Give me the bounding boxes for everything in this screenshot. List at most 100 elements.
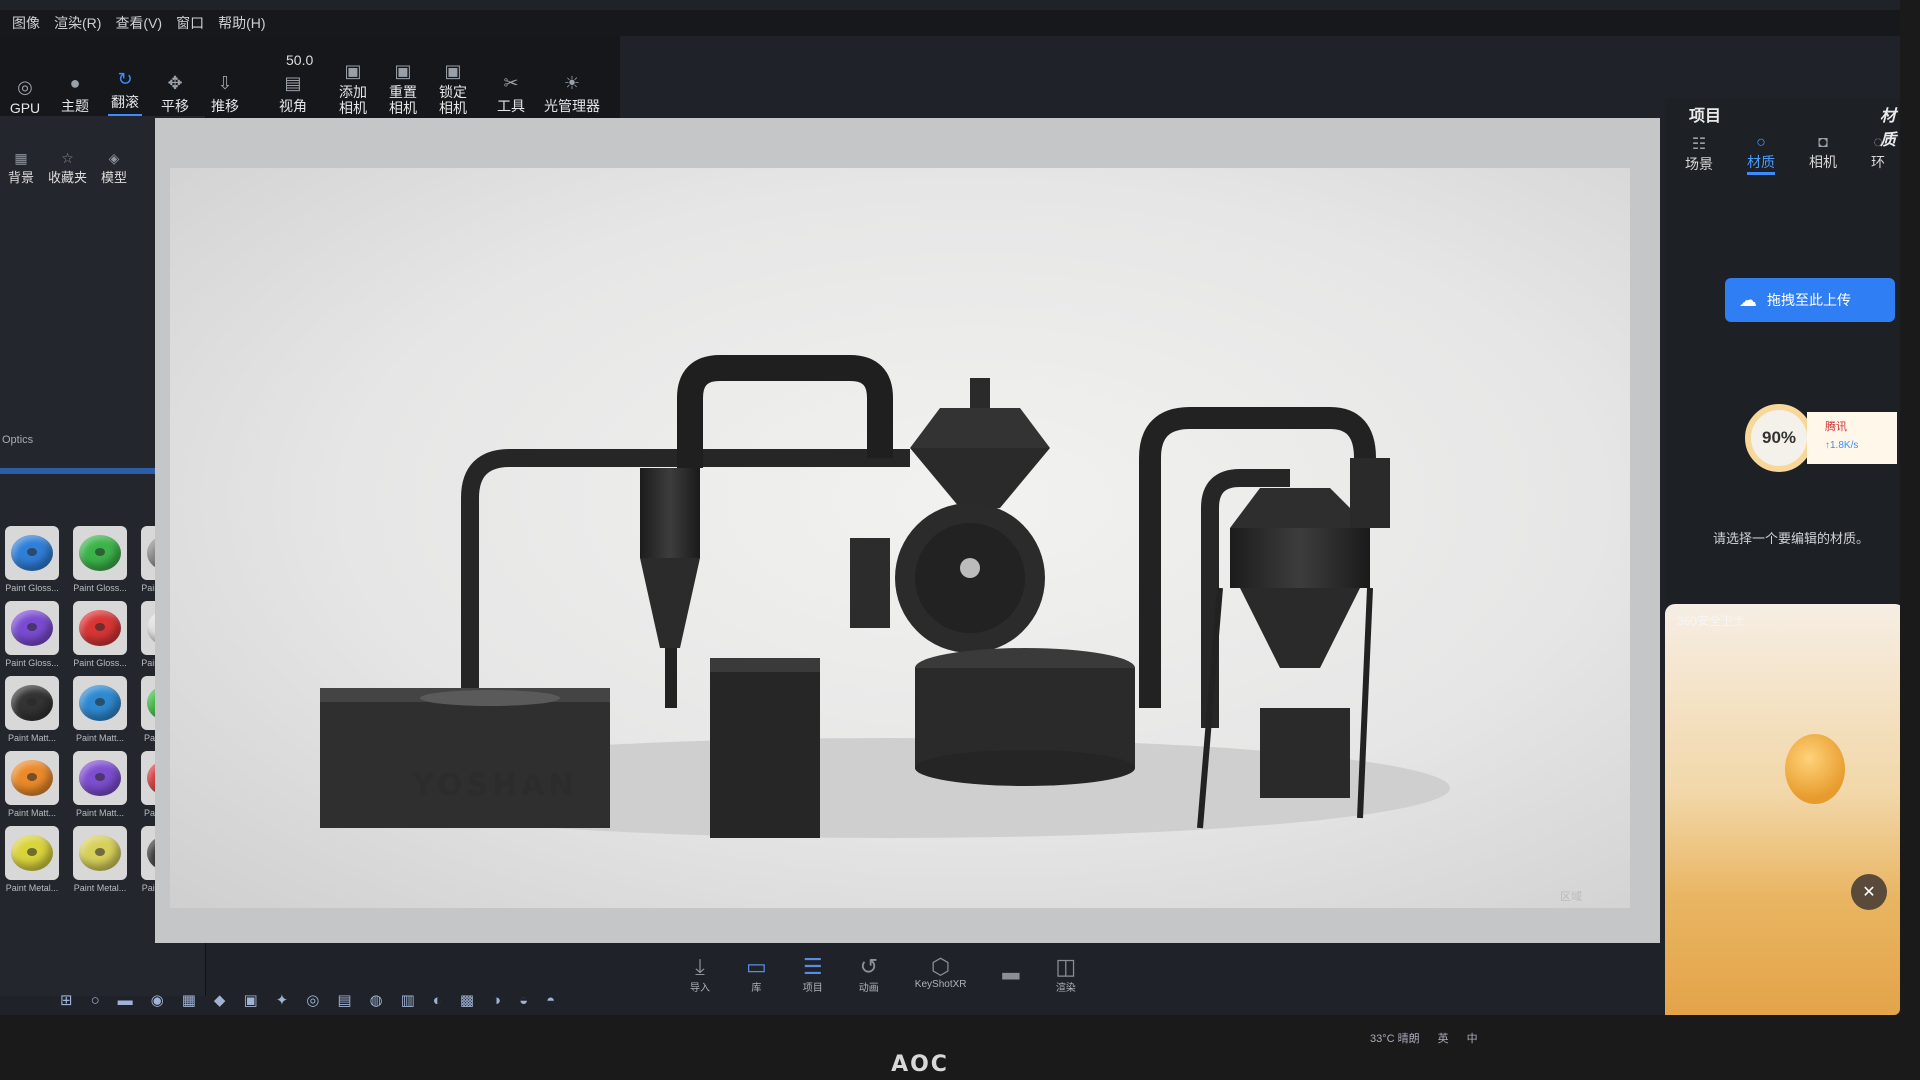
material-swatch[interactable]: Paint Matt...: [0, 751, 64, 818]
tab-background-label: 背景: [8, 170, 35, 185]
tab-model-label: 模型: [101, 170, 128, 185]
taskbar-app-icon[interactable]: ◆: [214, 991, 226, 1009]
library-icon: ▭: [746, 954, 767, 979]
material-swatch[interactable]: Paint Matt...: [68, 676, 132, 743]
import-icon: ⤓: [695, 954, 705, 979]
reset-camera-button[interactable]: ▣ 重置 相机: [386, 62, 420, 116]
swatch-label: Paint Metal...: [5, 883, 59, 893]
keyshotxr-icon: ⬡: [931, 954, 951, 979]
tab-camera-label: 相机: [1809, 154, 1837, 170]
project-panel: 项目 材质 ☷ 场景 ○ 材质 ◘ 相机 ◌ 环 ☁ 拖拽至此上传 90% 腾讯 ↑1.…: [1665, 98, 1900, 1015]
taskbar-app-icon[interactable]: ⊞: [60, 991, 73, 1009]
main-toolbar: ◎ GPU ● 主题 ↻ 翻滚 ✥ 平移 ⇩ 推移 ▤ 视角 ▣ 添加 相机 ▣: [0, 36, 620, 124]
swatch-label: Paint Gloss...: [73, 658, 127, 668]
taskbar-app-icon[interactable]: ▬: [118, 992, 133, 1009]
environment-icon: ◌: [1873, 134, 1883, 151]
reset-camera-icon: ▣: [394, 61, 412, 81]
tab-model[interactable]: ◈ 模型: [101, 150, 127, 186]
material-swatch[interactable]: Paint Gloss...: [68, 601, 132, 668]
render-queue-icon: ▂: [1002, 954, 1020, 979]
taskbar-app-icon[interactable]: ◑: [492, 992, 501, 1009]
render-canvas[interactable]: YOSHAN: [170, 168, 1630, 908]
swatch-disc: [11, 835, 53, 871]
lock-camera-icon: ▣: [444, 61, 462, 81]
material-swatch[interactable]: Paint Gloss...: [0, 601, 64, 668]
favorites-icon: ☆: [61, 150, 74, 166]
tab-camera[interactable]: ◘ 相机: [1809, 134, 1837, 175]
tab-scene[interactable]: ☷ 场景: [1685, 134, 1713, 175]
render-viewport[interactable]: YOSHAN: [155, 118, 1660, 943]
upload-drop-button[interactable]: ☁ 拖拽至此上传: [1725, 278, 1895, 322]
tab-material[interactable]: ○ 材质: [1747, 134, 1775, 175]
network-speed-widget[interactable]: 90% 腾讯 ↑1.8K/s: [1745, 403, 1900, 473]
taskbar-app-icon[interactable]: ◎: [306, 991, 319, 1009]
taskbar-app-icon[interactable]: ▦: [182, 991, 196, 1009]
tab-material-label: 材质: [1747, 154, 1775, 170]
taskbar-app-icon[interactable]: ▩: [460, 991, 474, 1009]
dolly-label: 推移: [211, 98, 239, 114]
material-icon: ○: [1756, 134, 1766, 151]
project-panel-title: 项目: [1689, 108, 1722, 125]
swatch-disc: [79, 835, 121, 871]
tab-scene-label: 场景: [1685, 156, 1713, 172]
tools-button[interactable]: ✂ 工具: [494, 74, 528, 116]
theme-button[interactable]: ● 主题: [58, 74, 92, 116]
upload-label: 拖拽至此上传: [1767, 292, 1851, 308]
swatch-disc: [79, 760, 121, 796]
theme-label: 主题: [61, 98, 89, 114]
screen: 图像 渲染(R) 查看(V) 窗口 帮助(H) ◎ GPU ● 主题 ↻ 翻滚 …: [0, 0, 1900, 1015]
add-camera-button[interactable]: ▣ 添加 相机: [336, 62, 370, 116]
taskbar-app-icon[interactable]: ◍: [370, 991, 383, 1009]
folder-optics[interactable]: Optics: [2, 434, 33, 446]
fov-label: 视角: [279, 98, 307, 114]
swatch-disc: [11, 760, 53, 796]
mute-icon[interactable]: ✕: [1851, 874, 1887, 910]
menu-help[interactable]: 帮助(H): [218, 13, 265, 33]
tools-icon: ✂: [503, 73, 519, 93]
swatch-disc: [11, 535, 53, 571]
tab-environment[interactable]: ◌ 环: [1871, 134, 1885, 175]
light-manager-button[interactable]: ☀ 光管理器: [544, 74, 600, 116]
taskbar-app-icon[interactable]: ▣: [243, 991, 257, 1009]
material-swatch[interactable]: Paint Gloss...: [0, 526, 64, 593]
swatch-thumbnail: [5, 676, 59, 730]
taskbar-app-icon[interactable]: ◓: [546, 992, 555, 1009]
menu-render[interactable]: 渲染(R): [54, 13, 101, 33]
swatch-thumbnail: [5, 751, 59, 805]
gpu-button[interactable]: ◎ GPU: [8, 78, 42, 116]
tray-item[interactable]: 33°C 晴朗: [1370, 1030, 1420, 1046]
material-swatch[interactable]: Paint Matt...: [0, 676, 64, 743]
material-swatch[interactable]: Paint Metal...: [68, 826, 132, 893]
material-swatch[interactable]: Paint Gloss...: [68, 526, 132, 593]
light-manager-label: 光管理器: [544, 98, 600, 114]
menu-window[interactable]: 窗口: [176, 13, 204, 33]
tray-item[interactable]: 中: [1467, 1030, 1478, 1046]
tab-environment-label: 环: [1871, 154, 1885, 170]
lock-camera-button[interactable]: ▣ 锁定 相机: [436, 62, 470, 116]
taskbar-app-icon[interactable]: ◉: [151, 991, 164, 1009]
tray-item[interactable]: 英: [1438, 1030, 1449, 1046]
menu-view[interactable]: 查看(V): [115, 13, 162, 33]
taskbar-app-icon[interactable]: ◒: [519, 992, 528, 1009]
material-swatch[interactable]: Paint Metal...: [0, 826, 64, 893]
fov-button[interactable]: ▤ 视角: [276, 74, 310, 116]
taskbar-app-icon[interactable]: ▥: [401, 991, 415, 1009]
ad-title: 360安全卫士: [1677, 614, 1746, 628]
taskbar-app-icon[interactable]: ✦: [276, 991, 289, 1009]
tab-background[interactable]: ▦ 背景: [8, 150, 34, 186]
dolly-button[interactable]: ⇩ 推移: [208, 74, 242, 116]
ad-popup[interactable]: 360安全卫士 ✕: [1665, 604, 1900, 1015]
taskbar-app-icon[interactable]: ▤: [337, 991, 351, 1009]
pan-button[interactable]: ✥ 平移: [158, 74, 192, 116]
tumble-button[interactable]: ↻ 翻滚: [108, 70, 142, 116]
swatch-thumbnail: [5, 526, 59, 580]
taskbar-app-icon[interactable]: ◐: [433, 992, 442, 1009]
menu-image[interactable]: 图像: [12, 13, 40, 33]
swatch-thumbnail: [5, 826, 59, 880]
material-swatch[interactable]: Paint Matt...: [68, 751, 132, 818]
fov-value-field[interactable]: 50.0: [286, 52, 313, 68]
taskbar-app-icon[interactable]: ○: [91, 992, 100, 1009]
machine-brand-plate: YOSHAN: [412, 768, 578, 803]
tab-favorites[interactable]: ☆ 收藏夹: [48, 150, 87, 186]
pan-label: 平移: [161, 98, 189, 114]
